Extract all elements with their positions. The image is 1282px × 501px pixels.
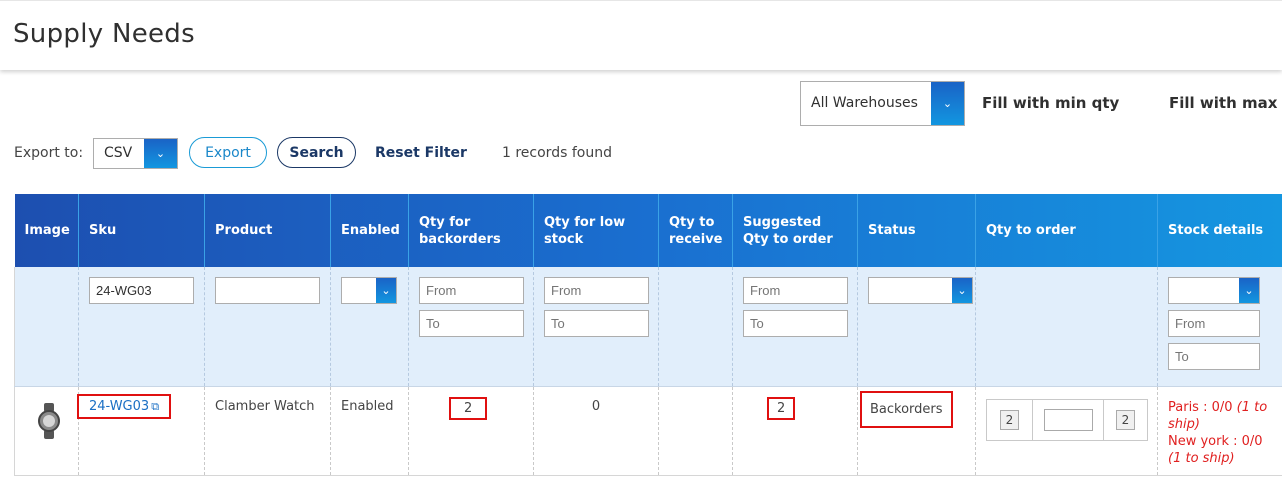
sku-link[interactable]: 24-WG03 ⧉ bbox=[76, 394, 172, 419]
column-header-qty-backorders[interactable]: Qty for backorders bbox=[408, 194, 534, 267]
search-button[interactable]: Search bbox=[277, 137, 356, 168]
fill-min-qty-link[interactable]: Fill with min qty bbox=[982, 94, 1119, 112]
status-filter-dropdown[interactable]: ⌄ bbox=[952, 278, 972, 303]
filter-cell-qty-to-order bbox=[975, 267, 1158, 387]
column-header-enabled[interactable]: Enabled bbox=[330, 194, 409, 267]
suggested-qty-from-input[interactable] bbox=[743, 277, 848, 304]
stock-details-to-input[interactable] bbox=[1168, 343, 1260, 370]
chevron-down-icon: ⌄ bbox=[957, 284, 967, 297]
filter-cell-qty-low-stock bbox=[533, 267, 659, 387]
filter-cell-image bbox=[14, 267, 79, 387]
warehouse-dropdown-button[interactable]: ⌄ bbox=[931, 82, 964, 125]
table-row: 24-WG03 ⧉ Clamber Watch Enabled 2 0 2 Bac… bbox=[14, 386, 1282, 476]
qty-low-stock-cell: 0 bbox=[533, 386, 659, 476]
qty-to-order-control: 2 2 bbox=[986, 399, 1148, 441]
qty-to-order-cell: 2 2 bbox=[975, 386, 1158, 476]
filter-cell-product bbox=[204, 267, 331, 387]
qty-backorders-to-input[interactable] bbox=[419, 310, 524, 337]
qty-backorders-cell: 2 bbox=[408, 386, 534, 476]
status-filter-select[interactable]: ⌄ bbox=[868, 277, 973, 304]
qty-to-order-left-value[interactable]: 2 bbox=[999, 410, 1020, 430]
qty-low-stock-from-input[interactable] bbox=[544, 277, 649, 304]
export-format-dropdown-button[interactable]: ⌄ bbox=[144, 139, 177, 168]
product-image-cell bbox=[14, 386, 79, 476]
sku-value: 24-WG03 bbox=[89, 399, 150, 414]
qty-to-receive-cell bbox=[658, 386, 733, 476]
filter-row: ⌄ ⌄ bbox=[14, 267, 1282, 387]
stock-details-filter-select[interactable]: ⌄ bbox=[1168, 277, 1260, 304]
reset-filter-link[interactable]: Reset Filter bbox=[375, 145, 467, 161]
page-header: Supply Needs bbox=[0, 0, 1282, 70]
suggested-qty-cell: 2 bbox=[732, 386, 858, 476]
export-format-select[interactable]: CSV ⌄ bbox=[93, 138, 178, 169]
sku-cell: 24-WG03 ⧉ bbox=[76, 386, 205, 476]
export-button[interactable]: Export bbox=[189, 137, 267, 168]
warehouse-select[interactable]: All Warehouses ⌄ bbox=[800, 81, 965, 126]
chevron-down-icon: ⌄ bbox=[381, 284, 391, 297]
status-value: Backorders bbox=[860, 391, 953, 428]
stock-details-filter-dropdown[interactable]: ⌄ bbox=[1239, 278, 1259, 303]
filter-cell-suggested-qty bbox=[732, 267, 858, 387]
qty-to-order-input[interactable] bbox=[1043, 409, 1093, 431]
stock-paris: Paris : 0/0 bbox=[1168, 400, 1233, 415]
external-link-icon: ⧉ bbox=[151, 400, 160, 413]
sku-filter-input[interactable] bbox=[89, 277, 194, 304]
enabled-filter-dropdown[interactable]: ⌄ bbox=[376, 278, 396, 303]
filter-cell-qty-backorders bbox=[408, 267, 534, 387]
product-filter-input[interactable] bbox=[215, 277, 320, 304]
suggested-qty-value: 2 bbox=[766, 397, 796, 420]
chevron-down-icon: ⌄ bbox=[155, 147, 166, 160]
column-header-status[interactable]: Status bbox=[857, 194, 976, 267]
enabled-filter-select[interactable]: ⌄ bbox=[341, 277, 397, 304]
export-label: Export to: bbox=[14, 145, 84, 161]
product-thumbnail bbox=[38, 403, 60, 439]
page-title: Supply Needs bbox=[13, 19, 195, 49]
chevron-down-icon: ⌄ bbox=[1244, 284, 1254, 297]
column-header-image[interactable]: Image bbox=[14, 194, 79, 267]
stock-details: Paris : 0/0 (1 to ship) New york : 0/0 (… bbox=[1168, 399, 1272, 467]
warehouse-select-value: All Warehouses bbox=[811, 95, 918, 111]
column-header-sku[interactable]: Sku bbox=[78, 194, 205, 267]
column-header-qty-to-order[interactable]: Qty to order bbox=[975, 194, 1158, 267]
qty-backorders-from-input[interactable] bbox=[419, 277, 524, 304]
filter-cell-stock-details: ⌄ bbox=[1157, 267, 1282, 387]
filter-cell-status: ⌄ bbox=[857, 267, 976, 387]
stock-details-cell: Paris : 0/0 (1 to ship) New york : 0/0 (… bbox=[1157, 386, 1282, 476]
column-header-qty-to-receive[interactable]: Qty to receive bbox=[658, 194, 733, 267]
status-cell: Backorders bbox=[857, 386, 976, 476]
column-header-stock-details[interactable]: Stock details bbox=[1157, 194, 1282, 267]
product-name-cell: Clamber Watch bbox=[204, 386, 331, 476]
column-header-qty-low-stock[interactable]: Qty for low stock bbox=[533, 194, 659, 267]
qty-to-order-right-value[interactable]: 2 bbox=[1115, 410, 1136, 430]
stock-newyork: New york : 0/0 bbox=[1168, 434, 1263, 449]
chevron-down-icon: ⌄ bbox=[942, 97, 953, 110]
stock-details-from-input[interactable] bbox=[1168, 310, 1260, 337]
filter-cell-qty-to-receive bbox=[658, 267, 733, 387]
enabled-cell: Enabled bbox=[330, 386, 409, 476]
qty-low-stock-to-input[interactable] bbox=[544, 310, 649, 337]
export-format-value: CSV bbox=[104, 145, 133, 161]
column-header-suggested-qty[interactable]: Suggested Qty to order bbox=[732, 194, 858, 267]
filter-cell-sku bbox=[78, 267, 205, 387]
qty-backorders-value: 2 bbox=[448, 397, 488, 420]
suggested-qty-to-input[interactable] bbox=[743, 310, 848, 337]
column-header-product[interactable]: Product bbox=[204, 194, 331, 267]
records-count: 1 records found bbox=[502, 145, 612, 161]
supply-needs-grid: Image Sku Product Enabled Qty for backor… bbox=[14, 194, 1282, 476]
stock-newyork-note: (1 to ship) bbox=[1168, 451, 1235, 466]
fill-max-qty-link[interactable]: Fill with max bbox=[1169, 94, 1277, 112]
header-row: Image Sku Product Enabled Qty for backor… bbox=[14, 194, 1282, 267]
filter-cell-enabled: ⌄ bbox=[330, 267, 409, 387]
